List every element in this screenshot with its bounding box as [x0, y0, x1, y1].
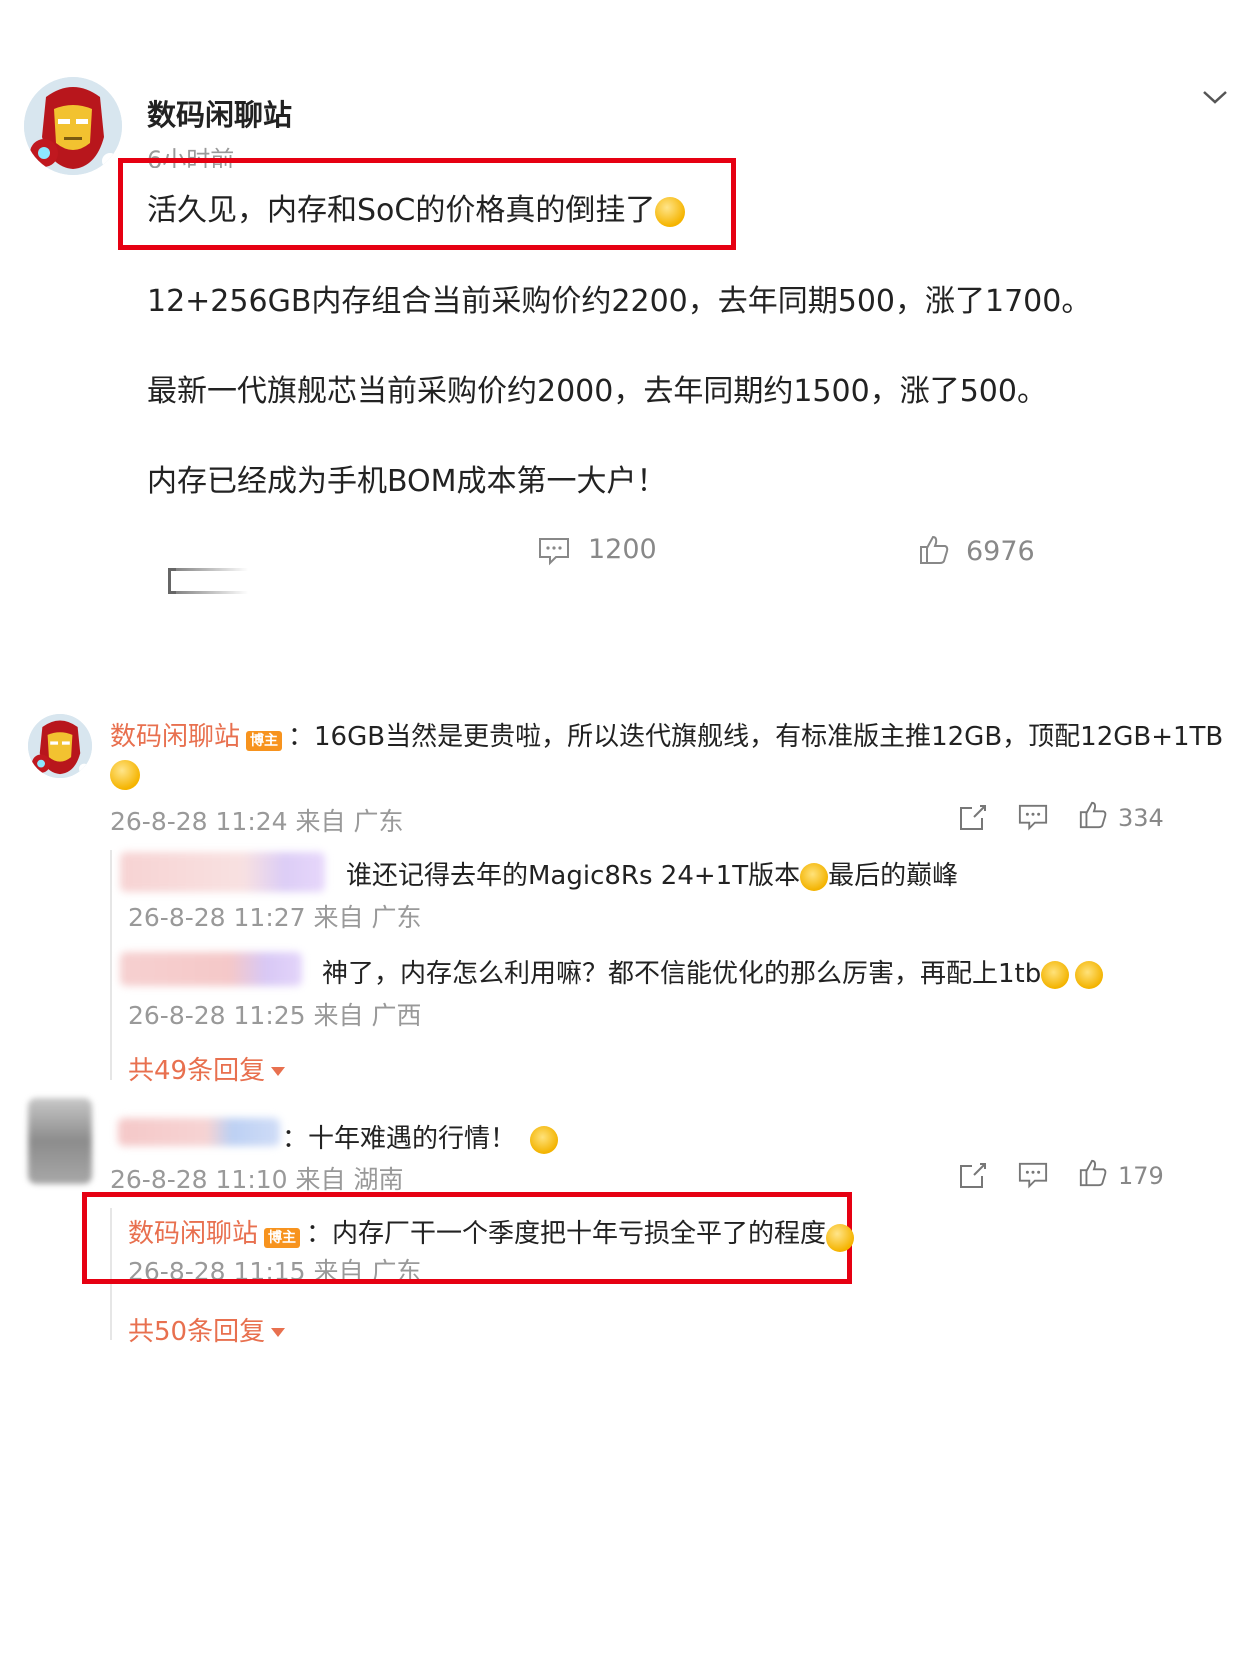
reply-count-link[interactable]: 共49条回复 [128, 1050, 286, 1087]
post-line-1-text: 活久见，内存和SoC的价格真的倒挂了 [147, 193, 656, 228]
emoji-icon [110, 760, 140, 790]
reply-1-meta: 26-8-28 11:27 来自 广东 [128, 903, 422, 932]
reply-2-text: 神了，内存怎么利用嘛？都不信能优化的那么厉害，再配上1tb [322, 953, 1104, 990]
post-author-name[interactable]: 数码闲聊站 [147, 92, 292, 134]
comment-1-text: ：16GB当然是更贵啦，所以迭代旗舰线，有标准版主推12GB，顶配12GB+1T… [288, 722, 1224, 752]
crying-emoji-icon [1041, 960, 1070, 989]
reply-1-text-b: 最后的巅峰 [828, 861, 959, 891]
reply-3-text: ：内存厂干一个季度把十年亏损全平了的程度 [306, 1219, 827, 1249]
like-count: 6976 [966, 536, 1035, 567]
emoji-icon [655, 196, 686, 227]
reply-1-text-a: 谁还记得去年的Magic8Rs 24+1T版本 [346, 861, 801, 891]
blurred-username [118, 1118, 280, 1146]
laughing-emoji-icon [530, 1125, 559, 1154]
reply-3-author[interactable]: 数码闲聊站 [128, 1219, 258, 1249]
post-avatar[interactable] [24, 77, 122, 175]
comment-avatar[interactable] [28, 714, 92, 778]
comment-1-like-count: 334 [1118, 804, 1164, 832]
comment-2-text-a: ：十年难遇的行情！ [282, 1124, 517, 1154]
comment-1-body: 数码闲聊站 博主 ：16GB当然是更贵啦，所以迭代旗舰线，有标准版主推12GB，顶配… [110, 716, 1223, 753]
caret-down-icon [271, 1328, 286, 1337]
share-fade [176, 566, 296, 596]
comment-icon [539, 538, 569, 566]
comment-avatar[interactable] [28, 1098, 92, 1184]
forward-icon[interactable] [958, 1160, 988, 1190]
reply-count-text: 共50条回复 [128, 1317, 266, 1347]
reply-1-text: 谁还记得去年的Magic8Rs 24+1T版本 最后的巅峰 [346, 855, 958, 892]
forward-icon[interactable] [958, 802, 988, 832]
comment-1-author[interactable]: 数码闲聊站 [110, 722, 240, 752]
post-line-1: 活久见，内存和SoC的价格真的倒挂了 [147, 185, 686, 229]
crying-emoji-icon [800, 862, 829, 891]
reply-3-body: 数码闲聊站 博主 ：内存厂干一个季度把十年亏损全平了的程度 [128, 1213, 855, 1252]
chevron-down-icon[interactable] [1200, 82, 1230, 112]
author-badge: 博主 [264, 1227, 301, 1248]
crying-emoji-icon [1075, 960, 1104, 989]
reply-3-meta: 26-8-28 11:15 来自 广东 [128, 1257, 422, 1279]
reply-2-text-a: 神了，内存怎么利用嘛？都不信能优化的那么厉害，再配上1tb [322, 959, 1042, 989]
comment-2-like-count: 179 [1118, 1162, 1164, 1190]
caret-down-icon [271, 1067, 286, 1076]
post-line-3: 最新一代旗舰芯当前采购价约2000，去年同期约1500，涨了500。 [147, 374, 1047, 409]
emoji-icon [826, 1223, 855, 1252]
comment-count: 1200 [588, 534, 657, 565]
reply-count-text: 共49条回复 [128, 1056, 266, 1086]
comment-icon[interactable] [1018, 802, 1048, 832]
post-line-4: 内存已经成为手机BOM成本第一大户！ [147, 464, 667, 499]
reply-count-link[interactable]: 共50条回复 [128, 1311, 286, 1348]
comment-icon[interactable] [1018, 1160, 1048, 1190]
reply-2-meta: 26-8-28 11:25 来自 广西 [128, 1001, 422, 1030]
comment-1-meta: 26-8-28 11:24 来自 广东 [110, 807, 404, 836]
author-badge: 博主 [246, 730, 283, 751]
like-icon [920, 535, 949, 564]
post-line-2: 12+256GB内存组合当前采购价约2200，去年同期500，涨了1700。 [147, 284, 1092, 319]
comment-2-meta: 26-8-28 11:10 来自 湖南 [110, 1165, 404, 1194]
blurred-username [120, 852, 325, 892]
like-icon[interactable] [1078, 1158, 1108, 1188]
comment-2-text: ：十年难遇的行情！ [282, 1118, 559, 1155]
blurred-username [120, 952, 302, 986]
like-icon[interactable] [1078, 800, 1108, 830]
thread-line [110, 850, 112, 1080]
